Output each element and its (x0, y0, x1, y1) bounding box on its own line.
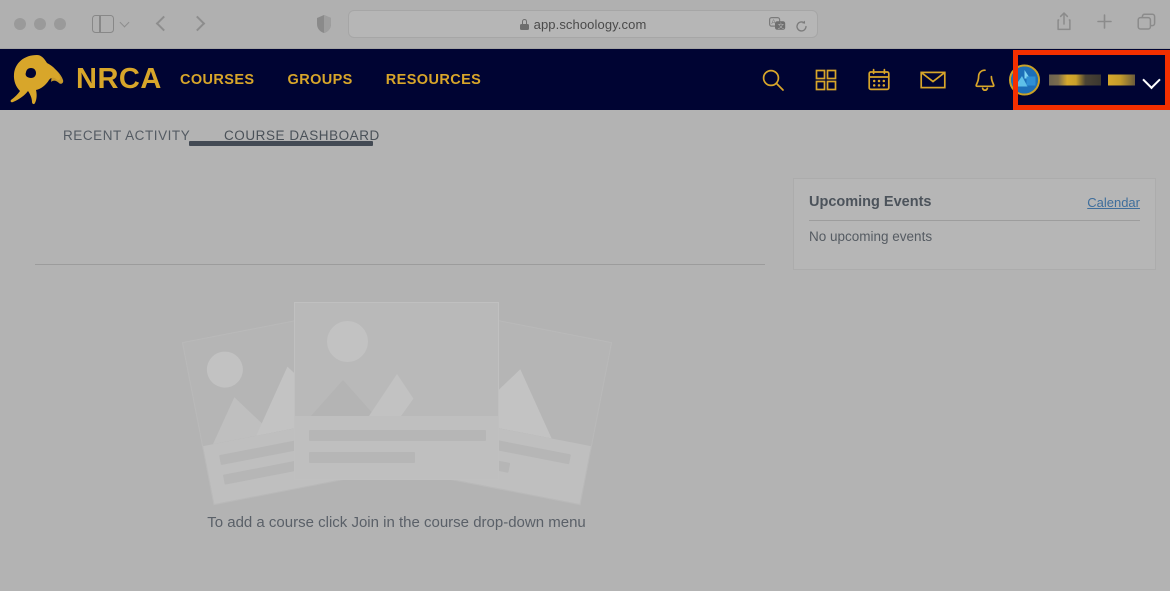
address-bar-content: app.schoology.com (349, 11, 817, 37)
placeholder-mountain-icon (401, 351, 493, 416)
back-button[interactable] (154, 14, 172, 34)
messages-envelope-icon[interactable] (919, 67, 946, 93)
close-window-button[interactable] (14, 18, 26, 30)
site-header: NRCA COURSES GROUPS RESOURCES (0, 49, 1170, 110)
search-icon[interactable] (760, 67, 786, 93)
translate-icon[interactable]: A 文 (769, 17, 786, 36)
chevron-down-icon[interactable] (1144, 72, 1159, 87)
lock-icon (519, 18, 529, 30)
placeholder-footer (295, 415, 498, 479)
placeholder-course-cards (181, 295, 613, 506)
browser-toolbar: app.schoology.com A 文 (0, 0, 1170, 49)
redacted-first-name (1049, 74, 1101, 85)
notifications-bell-icon[interactable] (972, 67, 998, 93)
window-traffic-lights[interactable] (14, 18, 66, 30)
address-bar-actions: A 文 (769, 17, 808, 36)
header-icon-group (760, 49, 998, 110)
account-name-redacted (1049, 74, 1135, 85)
placeholder-sun-icon (203, 348, 246, 391)
minimize-window-button[interactable] (34, 18, 46, 30)
tab-overview-icon[interactable] (1137, 12, 1156, 36)
empty-state-message: To add a course click Join in the course… (207, 514, 586, 531)
avatar (1009, 64, 1040, 95)
spartan-helmet-icon (6, 52, 68, 108)
upcoming-events-divider (809, 220, 1140, 221)
privacy-shield-icon[interactable] (316, 14, 332, 34)
maximize-window-button[interactable] (54, 18, 66, 30)
browser-toolbar-actions (1056, 12, 1156, 36)
apps-grid-icon[interactable] (813, 67, 839, 93)
chevron-right-icon (189, 15, 206, 32)
main-navigation: COURSES GROUPS RESOURCES (180, 49, 481, 110)
calendar-icon[interactable] (866, 67, 892, 93)
nav-item-resources[interactable]: RESOURCES (386, 72, 481, 88)
account-menu-button[interactable] (1001, 58, 1167, 101)
course-empty-state: To add a course click Join in the course… (0, 110, 793, 591)
redacted-last-name (1108, 74, 1135, 85)
url-text: app.schoology.com (533, 16, 647, 32)
svg-text:文: 文 (778, 21, 785, 30)
nav-item-groups[interactable]: GROUPS (288, 72, 353, 88)
upcoming-events-empty-text: No upcoming events (809, 229, 933, 244)
new-tab-icon[interactable] (1096, 13, 1113, 35)
placeholder-mountain-icon (311, 379, 375, 416)
upcoming-events-header: Upcoming Events Calendar (809, 193, 1140, 219)
site-logo[interactable]: NRCA (6, 52, 162, 108)
nav-item-courses[interactable]: COURSES (180, 72, 255, 88)
site-logo-text: NRCA (76, 63, 162, 95)
placeholder-card-center (294, 302, 499, 480)
placeholder-photo (295, 303, 498, 416)
placeholder-text-bar (309, 429, 486, 441)
placeholder-text-bar (309, 451, 415, 463)
placeholder-sun-icon (327, 321, 368, 362)
upcoming-events-card: Upcoming Events Calendar No upcoming eve… (793, 178, 1156, 270)
calendar-link[interactable]: Calendar (1087, 195, 1140, 210)
screen: app.schoology.com A 文 NRCA COURSES GROUP… (0, 0, 1170, 591)
share-icon[interactable] (1056, 12, 1072, 36)
sidebar-chevron-down-icon[interactable] (121, 19, 130, 28)
page-content: RECENT ACTIVITY COURSE DASHBOARD To add … (0, 110, 1170, 591)
reload-icon[interactable] (795, 20, 808, 33)
forward-button[interactable] (189, 14, 208, 34)
upcoming-events-title: Upcoming Events (809, 194, 932, 210)
chevron-left-icon (155, 15, 172, 32)
sidebar-toggle-icon[interactable] (92, 15, 114, 33)
address-bar[interactable]: app.schoology.com A 文 (348, 10, 818, 38)
